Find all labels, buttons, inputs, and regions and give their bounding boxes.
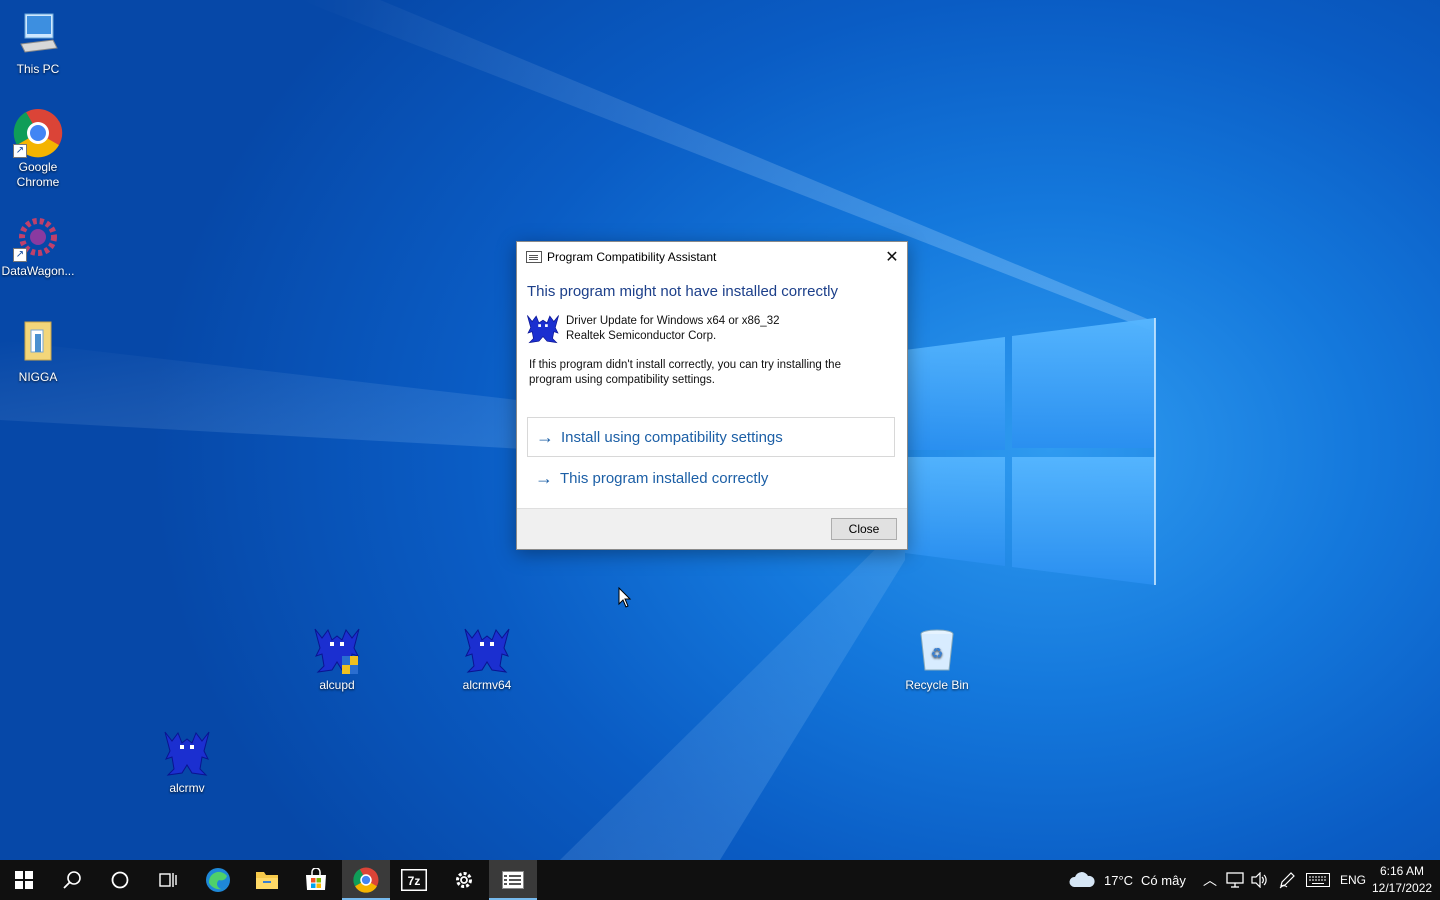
dialog-title: Program Compatibility Assistant <box>547 250 717 264</box>
network-button[interactable] <box>1226 860 1244 900</box>
recycle-bin-icon: ♻ <box>912 626 962 676</box>
desktop-icon-label: alcrmv64 <box>462 678 512 692</box>
option-label: This program installed correctly <box>560 469 769 487</box>
desktop-icon-folder[interactable]: NIGGA <box>0 318 76 385</box>
language-label: ENG <box>1340 873 1367 887</box>
desktop-icon-recycle-bin[interactable]: ♻ Recycle Bin <box>899 626 975 693</box>
volume-button[interactable] <box>1250 860 1268 900</box>
7zip-icon: 7z <box>401 869 427 891</box>
datawagon-icon: ↗ <box>13 212 63 262</box>
taskbar-store[interactable] <box>292 860 340 900</box>
desktop[interactable]: This PC ↗ Google Chrome ↗ DataWagon... N… <box>0 0 1440 860</box>
arrow-right-icon: → <box>535 467 553 488</box>
start-button[interactable] <box>0 860 48 900</box>
realtek-icon <box>527 315 559 344</box>
taskbar-settings[interactable] <box>440 860 488 900</box>
compat-assistant-icon <box>502 871 524 889</box>
dialog-heading: This program might not have installed co… <box>527 283 838 300</box>
keyboard-icon <box>1306 873 1330 887</box>
task-view-icon <box>159 873 177 887</box>
taskbar-chrome[interactable] <box>342 860 390 900</box>
program-info: Driver Update for Windows x64 or x86_32 … <box>526 314 907 344</box>
weather-temp: 17°C <box>1104 872 1134 888</box>
install-compat-settings-button[interactable]: → Install using compatibility settings <box>527 417 895 457</box>
edge-icon <box>206 868 230 892</box>
show-hidden-icons-button[interactable]: ︿ <box>1203 860 1217 900</box>
desktop-icon-label: Recycle Bin <box>905 678 969 692</box>
dialog-footer: Close <box>517 508 907 549</box>
program-name: Driver Update for Windows x64 or x86_32 <box>566 315 780 327</box>
folder-icon <box>13 318 63 368</box>
taskbar: 7z 17°C Có mây ︿ ENG 6:16 AM 12/17/2022 <box>0 860 1440 900</box>
shortcut-arrow-icon: ↗ <box>13 144 27 158</box>
desktop-icon-label: alcupd <box>319 678 355 692</box>
option-label: Install using compatibility settings <box>561 428 783 446</box>
task-view-button[interactable] <box>144 860 192 900</box>
dialog-message: If this program didn't install correctly… <box>529 359 841 386</box>
desktop-icon-alcrmv[interactable]: alcrmv <box>149 729 225 796</box>
clock[interactable]: 6:16 AM 12/17/2022 <box>1372 863 1432 897</box>
close-icon[interactable]: ✕ <box>877 242 907 272</box>
weather-widget[interactable]: 17°C Có mây <box>1068 860 1186 900</box>
language-indicator[interactable]: ENG <box>1340 860 1366 900</box>
chrome-icon <box>353 867 379 893</box>
desktop-icon-google-chrome[interactable]: ↗ Google Chrome <box>0 108 76 190</box>
realtek-icon <box>462 626 512 676</box>
file-explorer-icon <box>256 872 278 889</box>
chevron-up-icon: ︿ <box>1203 872 1217 888</box>
search-icon <box>63 871 81 889</box>
realtek-icon <box>162 729 212 779</box>
clock-date: 12/17/2022 <box>1372 881 1433 895</box>
svg-text:7z: 7z <box>408 874 421 888</box>
store-icon <box>306 868 326 890</box>
compat-assistant-icon <box>526 251 542 263</box>
clock-time: 6:16 AM <box>1379 864 1425 878</box>
desktop-icon-alcrmv64[interactable]: alcrmv64 <box>449 626 525 693</box>
desktop-icon-label: NIGGA <box>18 370 58 384</box>
search-button[interactable] <box>48 860 96 900</box>
program-publisher: Realtek Semiconductor Corp. <box>566 330 717 342</box>
weather-desc: Có mây <box>1141 872 1186 888</box>
desktop-icon-label: alcrmv <box>169 781 205 795</box>
mouse-cursor-icon <box>618 587 632 608</box>
taskbar-file-explorer[interactable] <box>243 860 291 900</box>
taskbar-compat-assistant[interactable] <box>489 860 537 900</box>
dialog-titlebar[interactable]: Program Compatibility Assistant ✕ <box>517 242 907 272</box>
start-icon <box>15 871 33 889</box>
desktop-icon-datawagon[interactable]: ↗ DataWagon... <box>0 212 76 279</box>
taskbar-edge[interactable] <box>194 860 242 900</box>
cortana-button[interactable] <box>96 860 144 900</box>
network-icon <box>1226 872 1244 888</box>
cortana-icon <box>111 871 129 889</box>
chrome-icon: ↗ <box>13 108 63 158</box>
installed-correctly-button[interactable]: → This program installed correctly <box>527 458 895 498</box>
compatibility-dialog: Program Compatibility Assistant ✕ This p… <box>516 241 908 550</box>
close-button[interactable]: Close <box>831 518 897 540</box>
cloud-icon <box>1069 872 1095 887</box>
desktop-icon-alcupd[interactable]: alcupd <box>299 626 375 693</box>
desktop-icon-this-pc[interactable]: This PC <box>0 10 76 77</box>
touch-keyboard-button[interactable] <box>1306 860 1330 900</box>
pen-icon <box>1279 872 1295 889</box>
desktop-icon-label: This PC <box>16 62 60 76</box>
realtek-icon <box>312 626 362 676</box>
this-pc-icon <box>13 10 63 60</box>
taskbar-7zip[interactable]: 7z <box>390 860 438 900</box>
shortcut-arrow-icon: ↗ <box>13 248 27 262</box>
svg-text:♻: ♻ <box>931 646 944 662</box>
settings-icon <box>456 872 472 888</box>
pen-button[interactable] <box>1278 860 1296 900</box>
arrow-right-icon: → <box>536 426 554 447</box>
speaker-icon <box>1251 872 1267 888</box>
desktop-icon-label: DataWagon... <box>1 264 75 278</box>
desktop-icon-label: Google Chrome <box>16 160 60 189</box>
